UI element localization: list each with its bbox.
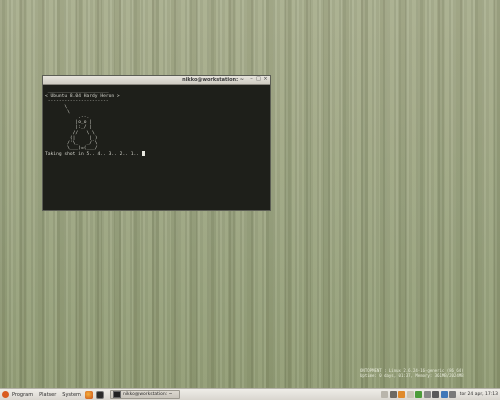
clock[interactable]: tor 24 apr, 17:13 — [460, 392, 498, 397]
taskbar-button-terminal[interactable]: nikko@workstation: ~ — [109, 390, 180, 399]
clipboard-icon[interactable] — [406, 391, 414, 398]
menu-platser[interactable]: Platser — [36, 392, 59, 398]
power-icon[interactable] — [415, 391, 423, 398]
bottom-panel: Program Platser System nikko@workstation… — [0, 388, 500, 400]
menu-program[interactable]: Program — [9, 392, 36, 398]
text-cursor — [141, 151, 145, 157]
network-icon[interactable] — [389, 391, 397, 398]
terminal-launcher-icon[interactable] — [96, 390, 105, 399]
battery-icon[interactable] — [423, 391, 431, 398]
taskbar-button-label: nikko@workstation: ~ — [122, 392, 173, 397]
desktop-info-overlay: ONTOPMENT : Linux 2.6.24-16-generic (86_… — [360, 368, 464, 378]
mail-icon[interactable] — [440, 391, 448, 398]
close-icon[interactable]: × — [263, 77, 268, 82]
window-title: nikko@workstation: ~ — [182, 77, 244, 83]
info-line: Uptime: 0 days, 01:37, Memory: 361MB/202… — [360, 373, 464, 378]
workspace-switcher-icon[interactable] — [381, 391, 389, 398]
terminal-output[interactable]: ______________________ < Ubuntu 8.04 Hard… — [43, 85, 270, 158]
desktop: nikko@workstation: ~ – □ × _____________… — [0, 0, 500, 388]
menu-system[interactable]: System — [59, 392, 84, 398]
terminal-titlebar[interactable]: nikko@workstation: ~ – □ × — [43, 76, 270, 85]
maximize-icon[interactable]: □ — [256, 77, 261, 82]
ubuntu-logo-icon[interactable] — [2, 391, 9, 398]
volume-icon[interactable] — [432, 391, 440, 398]
terminal-icon — [112, 391, 121, 398]
terminal-window[interactable]: nikko@workstation: ~ – □ × _____________… — [42, 75, 271, 211]
keyboard-icon[interactable] — [449, 391, 457, 398]
update-notifier-icon[interactable] — [398, 391, 406, 398]
firefox-launcher-icon[interactable] — [85, 390, 94, 399]
minimize-icon[interactable]: – — [249, 77, 254, 82]
system-tray: tor 24 apr, 17:13 — [381, 391, 500, 398]
terminal-prompt-line: Taking shot in 5.. 4.. 3.. 2.. 1.. — [45, 151, 268, 157]
terminal-countdown-text: Taking shot in 5.. 4.. 3.. 2.. 1.. — [45, 152, 142, 158]
